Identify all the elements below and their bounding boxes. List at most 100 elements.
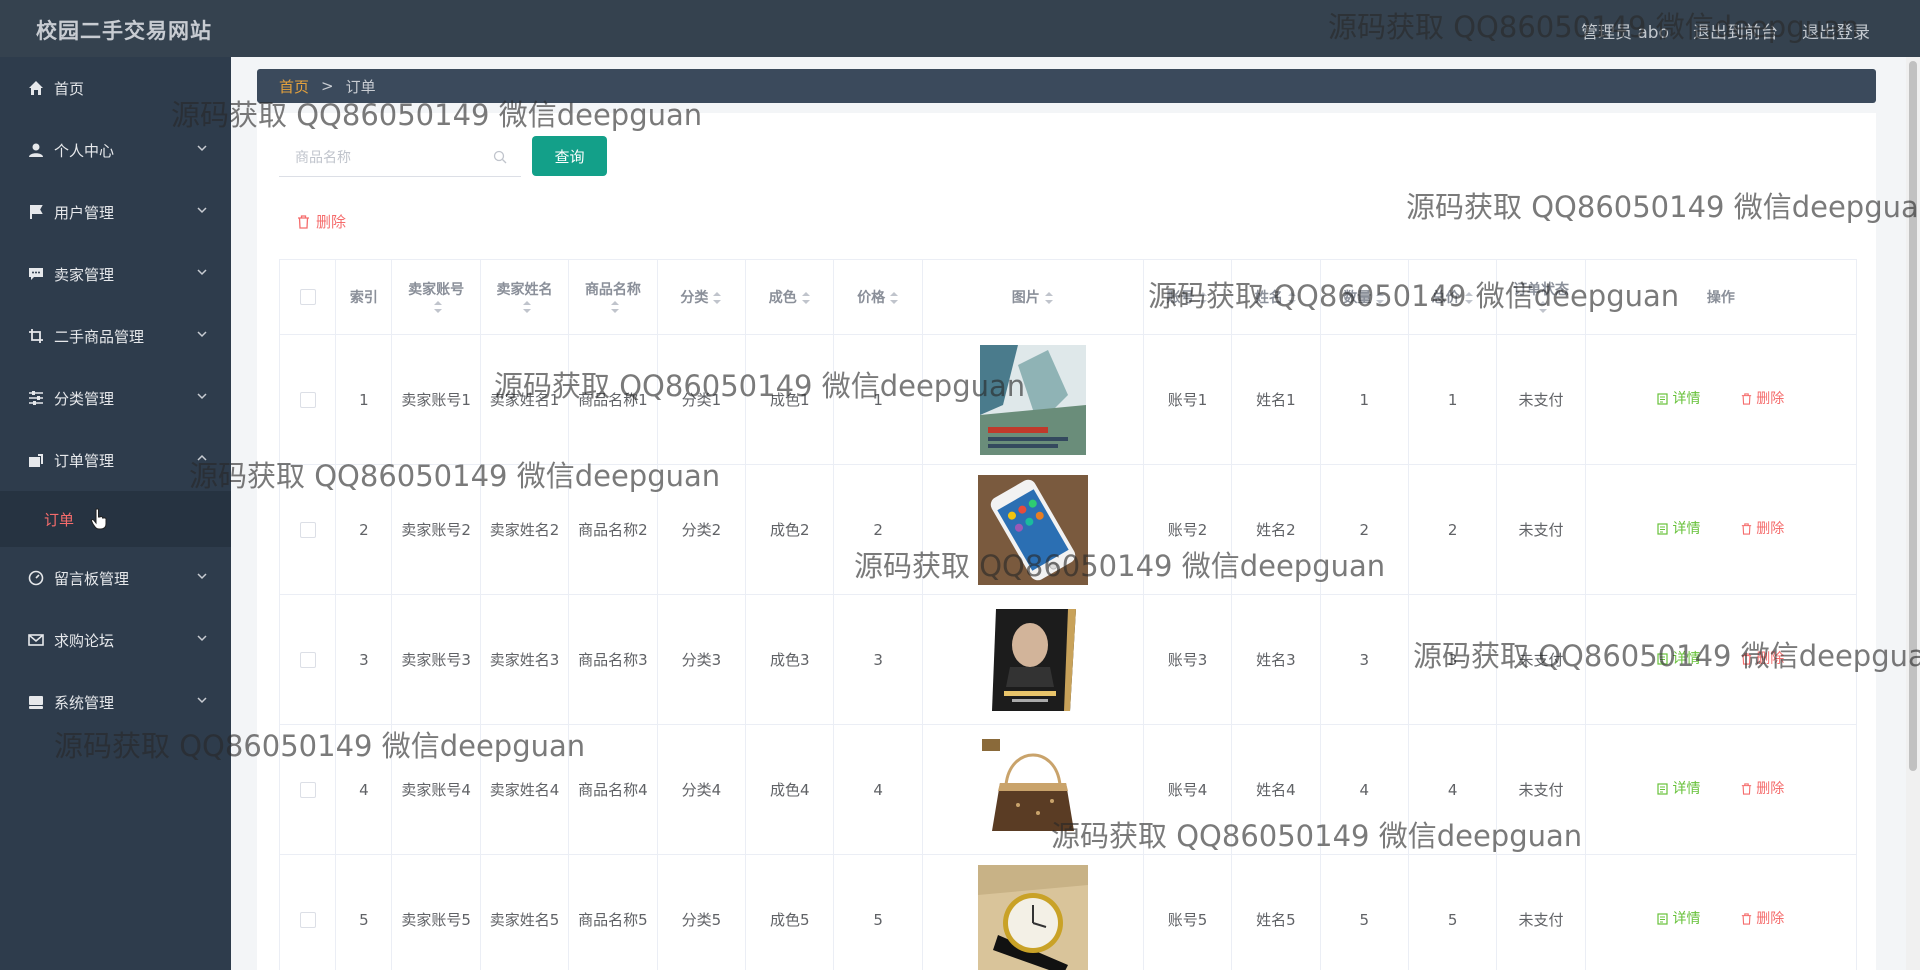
cell-price: 1 [833,334,923,465]
chevron-down-icon [197,573,207,580]
detail-button[interactable]: 详情 [1657,777,1700,801]
sidebar-item-orders[interactable]: 订单管理 [0,429,231,491]
detail-button[interactable]: 详情 [1657,647,1700,671]
delete-button[interactable]: 删除 [1741,907,1784,931]
sort-icon[interactable] [712,291,722,305]
detail-button[interactable]: 详情 [1657,387,1700,411]
sidebar-item-forum[interactable]: 求购论坛 [0,609,231,671]
sort-icon[interactable] [433,300,443,314]
dashboard-icon [27,569,45,587]
cell-seller-account: 卖家账号4 [391,724,481,855]
column-header[interactable]: 商品名称 [568,259,658,335]
page-scrollbar[interactable] [1906,57,1920,970]
row-checkbox[interactable] [299,522,316,538]
product-image-handbag [977,734,1088,845]
sort-icon[interactable] [1287,291,1297,305]
batch-delete-button[interactable]: 删除 [297,211,346,232]
column-header[interactable]: 成色 [745,259,835,335]
search-icon [493,150,507,164]
delete-button[interactable]: 删除 [1741,647,1784,671]
product-image-book [977,604,1088,715]
cell-product-name: 商品名称4 [568,724,658,855]
sidebar-item-profile[interactable]: 个人中心 [0,119,231,181]
breadcrumb: 首页 > 订单 [257,69,1876,103]
sidebar-item-home[interactable]: 首页 [0,57,231,119]
chevron-down-icon [197,697,207,704]
detail-button[interactable]: 详情 [1657,517,1700,541]
row-checkbox[interactable] [299,652,316,668]
sidebar-item-users[interactable]: 用户管理 [0,181,231,243]
cell-index: 2 [335,464,393,595]
delete-button[interactable]: 删除 [1741,517,1784,541]
select-all-cell [278,259,337,335]
column-header[interactable]: 订单状态 [1496,259,1586,335]
sort-icon[interactable] [610,300,620,314]
trash-icon [1742,523,1752,535]
column-header[interactable]: 总价 [1407,259,1498,335]
sidebar-item-sellers[interactable]: 卖家管理 [0,243,231,305]
breadcrumb-home[interactable]: 首页 [279,76,309,97]
row-checkbox[interactable] [299,782,316,798]
search-input[interactable] [279,140,497,176]
sidebar-item-label: 分类管理 [54,389,115,408]
document-icon [1657,783,1669,795]
cell-price: 4 [833,724,923,855]
detail-button[interactable]: 详情 [1657,907,1700,931]
column-header[interactable]: 数量 [1319,259,1409,335]
delete-button[interactable]: 删除 [1741,387,1784,411]
trash-icon [298,214,309,229]
sort-icon[interactable] [1198,291,1208,305]
sidebar-item-system[interactable]: 系统管理 [0,671,231,733]
cell-price: 2 [833,464,923,595]
sidebar-item-label: 求购论坛 [54,631,115,650]
cell-status: 未支付 [1496,464,1586,595]
cell-image [921,724,1144,855]
mail-icon [27,631,45,649]
cell-condition: 成色2 [745,464,835,595]
sidebar-subitem-orders[interactable]: 订单 [0,491,231,547]
search-button[interactable]: 查询 [532,136,607,176]
sort-icon[interactable] [522,300,532,314]
sort-icon[interactable] [1044,291,1054,305]
sort-icon[interactable] [801,291,811,305]
sort-icon[interactable] [1464,291,1474,305]
current-user: 管理员 abo [1580,23,1669,43]
select-all-checkbox[interactable] [299,289,316,305]
delete-button[interactable]: 删除 [1741,777,1784,801]
cell-account: 账号5 [1142,854,1233,970]
storage-icon [27,693,45,711]
column-header[interactable]: 账号 [1142,259,1233,335]
cell-name: 姓名4 [1231,724,1321,855]
column-header[interactable]: 卖家账号 [391,259,481,335]
back-to-front-link[interactable]: 退出到前台 [1693,18,1778,43]
cell-actions: 详情 删除 [1584,464,1858,595]
column-header[interactable]: 分类 [656,259,747,335]
column-header[interactable]: 价格 [833,259,923,335]
document-icon [1657,913,1669,925]
sort-icon[interactable] [1375,291,1385,305]
column-header[interactable]: 卖家姓名 [479,259,570,335]
cell-account: 账号2 [1142,464,1233,595]
cell-index: 4 [335,724,393,855]
cell-price: 5 [833,854,923,970]
scrollbar-thumb[interactable] [1909,61,1917,771]
cell-product-name: 商品名称5 [568,854,658,970]
cell-actions: 详情 删除 [1584,334,1858,465]
sort-icon[interactable] [1538,300,1548,314]
cell-category: 分类3 [656,594,747,725]
row-checkbox[interactable] [299,912,316,928]
column-header[interactable]: 图片 [921,259,1144,335]
cell-seller-account: 卖家账号1 [391,334,481,465]
product-image-watch [977,864,1088,970]
cell-category: 分类1 [656,334,747,465]
sidebar-item-categories[interactable]: 分类管理 [0,367,231,429]
sidebar-item-messages[interactable]: 留言板管理 [0,547,231,609]
product-image-phone [977,474,1088,585]
logout-link[interactable]: 退出登录 [1802,18,1870,43]
sort-icon[interactable] [889,291,899,305]
row-checkbox[interactable] [299,392,316,408]
column-header[interactable]: 姓名 [1231,259,1321,335]
sidebar-item-products[interactable]: 二手商品管理 [0,305,231,367]
chevron-down-icon [197,207,207,214]
cell-image [921,854,1144,970]
